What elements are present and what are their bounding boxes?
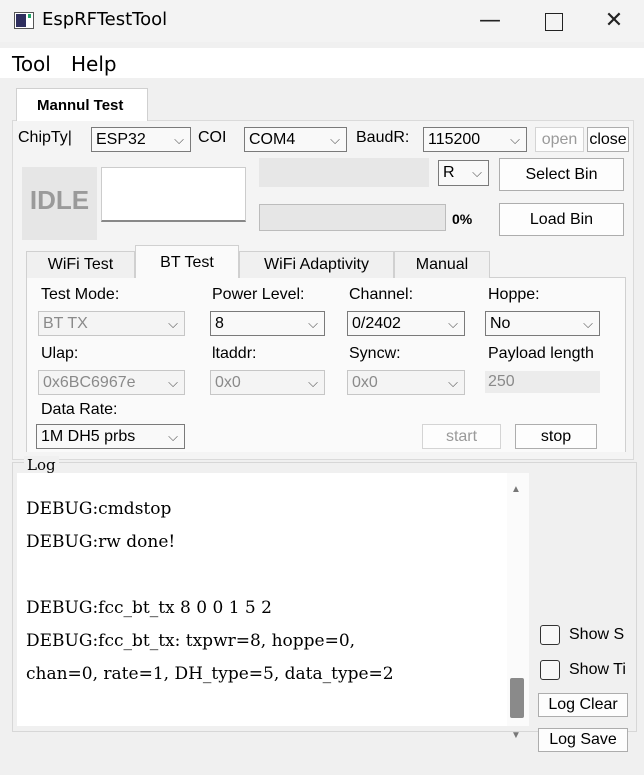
hoppe-label: Hoppe: [488,286,540,303]
open-button[interactable]: open [535,127,584,152]
power-level-select[interactable]: 8 ⌵ [210,311,325,336]
power-level-label: Power Level: [212,286,305,303]
menu-tool[interactable]: Tool [12,52,51,76]
log-legend: Log [24,456,59,474]
channel-value: 0/2402 [352,315,401,332]
chip-type-value: ESP32 [96,131,146,148]
log-line: DEBUG:fcc_bt_tx 8 0 0 1 5 2 [26,598,272,618]
hoppe-value: No [490,315,511,332]
data-rate-select[interactable]: 1M DH5 prbs ⌵ [36,424,185,449]
scroll-up-icon[interactable]: ▲ [511,484,521,495]
status-box [101,167,246,222]
app-icon [14,12,34,29]
stop-button[interactable]: stop [515,424,597,449]
chevron-down-icon: ⌵ [583,316,593,331]
show-t-checkbox[interactable] [540,660,560,680]
log-line: DEBUG:rw done! [26,532,176,552]
chevron-down-icon: ⌵ [448,316,458,331]
chip-type-label: ChipTy| [18,129,72,146]
power-level-value: 8 [215,315,224,332]
window-title: EspRFTestTool [42,9,168,30]
channel-select[interactable]: 0/2402 ⌵ [347,311,465,336]
ltaddr-label: ltaddr: [212,345,257,362]
syncw-value: 0x0 [352,374,378,391]
tab-manual[interactable]: Manual [394,251,490,278]
select-bin-button[interactable]: Select Bin [499,158,624,191]
data-rate-label: Data Rate: [41,401,118,418]
show-s-label: Show S [569,626,625,643]
status-indicator: IDLE [22,167,97,240]
baud-rate-label: BaudR: [356,129,410,146]
progress-text: 0% [452,211,473,227]
baud-rate-select[interactable]: 115200 ⌵ [423,127,527,152]
chevron-down-icon: ⌵ [174,132,184,147]
chevron-down-icon: ⌵ [168,375,178,390]
log-line: DEBUG:fcc_bt_tx: txpwr=8, hoppe=0, [26,631,356,651]
scroll-down-icon[interactable]: ▼ [511,730,521,741]
payload-length-input[interactable]: 250 [485,371,600,393]
file-path-bar [259,158,429,187]
scroll-thumb[interactable] [510,678,524,718]
load-bin-button[interactable]: Load Bin [499,203,624,236]
chevron-down-icon: ⌵ [308,316,318,331]
mode-value: R [443,164,455,181]
syncw-select[interactable]: 0x0 ⌵ [347,370,465,395]
ulap-value: 0x6BC6967e [43,374,136,391]
progress-bar [259,204,446,231]
hoppe-select[interactable]: No ⌵ [485,311,600,336]
maximize-button[interactable] [523,0,583,42]
log-line: DEBUG:cmdstop [26,499,172,519]
syncw-label: Syncw: [349,345,401,362]
channel-label: Channel: [349,286,414,303]
mode-select[interactable]: R ⌵ [438,160,489,186]
show-t-label: Show Ti [569,661,626,678]
data-rate-value: 1M DH5 prbs [41,428,136,445]
log-content: DEBUG:cmdstop DEBUG:rw done! DEBUG:fcc_bt_… [26,493,516,691]
payload-length-label: Payload length [488,345,594,362]
com-port-select[interactable]: COM4 ⌵ [244,127,347,152]
chip-type-select[interactable]: ESP32 ⌵ [91,127,191,152]
show-s-checkbox[interactable] [540,625,560,645]
test-mode-label: Test Mode: [41,286,120,303]
chevron-down-icon: ⌵ [168,429,178,444]
chevron-down-icon: ⌵ [308,375,318,390]
test-mode-select[interactable]: BT TX ⌵ [38,311,185,336]
com-label: COI [198,129,227,146]
ltaddr-value: 0x0 [215,374,241,391]
tab-wifi-test[interactable]: WiFi Test [26,251,135,278]
tab-mannul-test[interactable]: Mannul Test [16,88,148,121]
log-save-button[interactable]: Log Save [538,728,628,752]
log-line: chan=0, rate=1, DH_type=5, data_type=2 [26,664,394,684]
chevron-down-icon: ⌵ [168,316,178,331]
log-clear-button[interactable]: Log Clear [538,693,628,717]
tab-bt-test[interactable]: BT Test [135,245,239,278]
chevron-down-icon: ⌵ [330,132,340,147]
chevron-down-icon: ⌵ [472,165,482,180]
start-button[interactable]: start [422,424,501,449]
close-port-button[interactable]: close [587,127,629,152]
minimize-button[interactable]: — [460,0,520,42]
tab-wifi-adaptivity[interactable]: WiFi Adaptivity [239,251,394,278]
maximize-icon [545,13,563,31]
close-button[interactable]: ✕ [584,0,644,42]
chevron-down-icon: ⌵ [510,132,520,147]
baud-rate-value: 115200 [428,131,481,148]
ulap-select[interactable]: 0x6BC6967e ⌵ [38,370,185,395]
com-port-value: COM4 [249,131,296,148]
chevron-down-icon: ⌵ [448,375,458,390]
test-mode-value: BT TX [43,315,88,332]
ulap-label: Ulap: [41,345,79,362]
ltaddr-select[interactable]: 0x0 ⌵ [210,370,325,395]
menu-help[interactable]: Help [71,52,117,76]
